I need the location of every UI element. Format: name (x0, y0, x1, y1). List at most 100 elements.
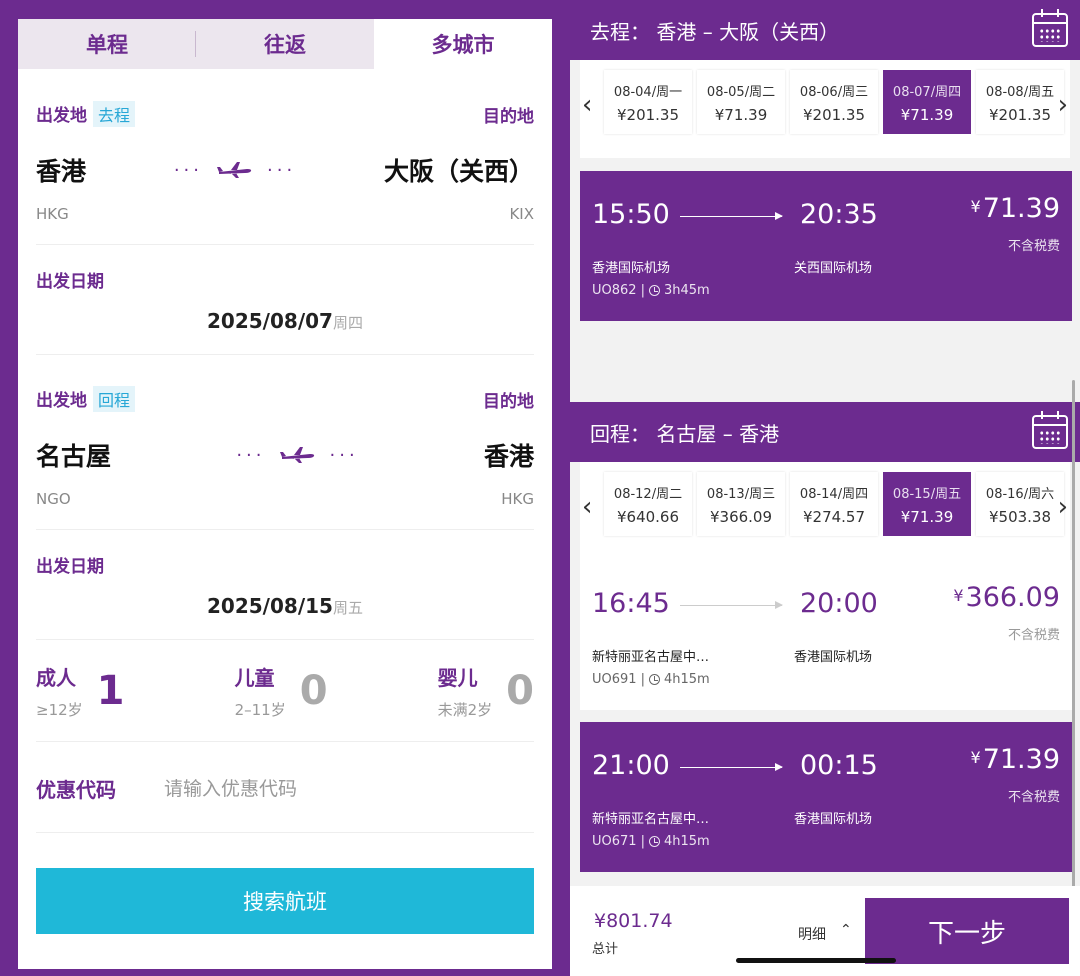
search-form-panel: 单程 往返 多城市 出发地 去程 目的地 香港 ··· ··· 大阪（关西） HK… (18, 19, 552, 969)
flight-card-uo671[interactable]: 21:00 00:15 ¥71.39 不含税费 新特丽亚名古屋中… 香港国际机场… (580, 722, 1072, 872)
checkout-bar: ¥801.74 总计 明细 ⌃ 下一步 (570, 886, 1080, 976)
promo-row: 优惠代码 (36, 774, 534, 803)
divider (36, 639, 534, 640)
outbound-tag: 去程 (93, 101, 136, 127)
flight-info: UO691 | 4h15m (592, 672, 710, 687)
return-tag: 回程 (93, 386, 136, 412)
tab-round-trip[interactable]: 往返 (196, 19, 374, 69)
origin-label: 出发地 (36, 391, 87, 411)
arrival-airport: 关西国际机场 (794, 261, 873, 276)
outbound-date: 2025/08/07 (207, 309, 333, 333)
flight-duration: 3h45m (663, 283, 710, 298)
outbound-route-title: 去程： 香港 – 大阪（关西） (590, 19, 840, 44)
infant-counter[interactable]: 婴儿 未满2岁 0 (438, 662, 534, 720)
trip-type-tabs: 单程 往返 多城市 (18, 19, 552, 69)
flight-info: UO671 | 4h15m (592, 834, 710, 849)
arrival-time: 00:15 (800, 750, 878, 781)
price-detail-toggle[interactable]: 明细 (798, 924, 826, 944)
arrow-right-icon (680, 212, 783, 220)
dest-label: 目的地 (483, 106, 534, 127)
return-route-title: 回程： 名古屋 – 香港 (590, 421, 780, 446)
total-label: 总计 (592, 942, 619, 957)
scrollbar[interactable] (1072, 380, 1075, 900)
adult-counter[interactable]: 成人 ≥12岁 1 (36, 662, 125, 720)
calendar-icon[interactable] (1032, 411, 1068, 449)
search-flights-button[interactable]: 搜索航班 (36, 868, 534, 934)
next-step-button[interactable]: 下一步 (865, 898, 1069, 964)
arrival-airport: 香港国际机场 (794, 650, 873, 665)
outbound-weekday: 周四 (332, 314, 363, 332)
outbound-dest-code: KIX (509, 205, 534, 223)
flight-duration: 4h15m (663, 672, 710, 687)
date-option[interactable]: 08-08/周五 ¥201.35 (976, 70, 1064, 134)
origin-label: 出发地 (36, 106, 87, 126)
date-option-selected[interactable]: 08-07/周四 ¥71.39 (883, 70, 971, 134)
promo-code-input[interactable] (164, 777, 424, 800)
flight-number: UO862 (592, 283, 637, 298)
plane-icon: ··· ··· (173, 159, 297, 181)
plane-icon: ··· ··· (236, 444, 359, 466)
outbound-date-strip: ‹ 08-04/周一 ¥201.35 08-05/周二 ¥71.39 08-06/周… (580, 60, 1070, 158)
date-option[interactable]: 08-13/周三 ¥366.09 (697, 472, 785, 536)
child-label: 儿童 (234, 666, 275, 690)
calendar-icon[interactable] (1032, 9, 1068, 47)
outbound-date-field[interactable]: 2025/08/07周四 (36, 309, 534, 333)
divider (36, 741, 534, 742)
date-option[interactable]: 08-16/周六 ¥503.38 (976, 472, 1064, 536)
return-labels: 出发地 回程 目的地 (36, 386, 534, 412)
outbound-dest-city[interactable]: 大阪（关西） (384, 152, 534, 188)
date-option[interactable]: 08-05/周二 ¥71.39 (697, 70, 785, 134)
tax-note: 不含税费 (1007, 628, 1060, 643)
chevron-right-icon[interactable]: › (1058, 492, 1068, 522)
home-indicator (736, 958, 896, 963)
departure-time: 15:50 (592, 199, 670, 230)
return-origin-city[interactable]: 名古屋 (36, 437, 111, 473)
adult-count: 1 (96, 668, 125, 714)
total-price: ¥801.74 (594, 910, 673, 932)
return-dest-code: HKG (501, 490, 534, 508)
adult-age: ≥12岁 (36, 701, 83, 719)
flight-number: UO671 (592, 834, 637, 849)
departure-time: 16:45 (592, 588, 670, 619)
infant-age: 未满2岁 (437, 701, 493, 719)
divider (36, 244, 534, 245)
date-option-selected[interactable]: 08-15/周五 ¥71.39 (883, 472, 971, 536)
departure-airport: 新特丽亚名古屋中… (592, 650, 710, 665)
arrival-time: 20:00 (800, 588, 878, 619)
departure-airport: 新特丽亚名古屋中… (592, 812, 710, 827)
tab-multi-city[interactable]: 多城市 (374, 19, 552, 69)
clock-icon (648, 285, 660, 296)
date-option[interactable]: 08-14/周四 ¥274.57 (790, 472, 878, 536)
return-date-strip: ‹ 08-12/周二 ¥640.66 08-13/周三 ¥366.09 08-14/… (580, 462, 1070, 560)
arrival-airport: 香港国际机场 (794, 812, 873, 827)
return-cities: 名古屋 ··· ··· 香港 (36, 437, 534, 473)
child-counter[interactable]: 儿童 2–11岁 0 (235, 662, 328, 720)
chevron-right-icon[interactable]: › (1058, 90, 1068, 120)
outbound-date-label: 出发日期 (36, 272, 104, 292)
chevron-up-icon[interactable]: ⌃ (840, 922, 852, 938)
return-date-field[interactable]: 2025/08/15周五 (36, 594, 534, 618)
return-date-label: 出发日期 (36, 557, 104, 577)
date-option[interactable]: 08-12/周二 ¥640.66 (604, 472, 692, 536)
arrow-right-icon (680, 601, 783, 609)
outbound-codes: HKG KIX (36, 205, 534, 223)
outbound-labels: 出发地 去程 目的地 (36, 101, 534, 127)
flight-card-uo691[interactable]: 16:45 20:00 ¥366.09 不含税费 新特丽亚名古屋中… 香港国际机… (580, 560, 1072, 710)
tax-note: 不含税费 (1007, 239, 1060, 254)
divider (36, 832, 534, 833)
date-option[interactable]: 08-04/周一 ¥201.35 (604, 70, 692, 134)
outbound-origin-city[interactable]: 香港 (36, 152, 86, 188)
flight-number: UO691 (592, 672, 637, 687)
tab-one-way[interactable]: 单程 (18, 19, 196, 69)
return-weekday: 周五 (332, 599, 363, 617)
divider (36, 529, 534, 530)
return-dest-city[interactable]: 香港 (484, 437, 534, 473)
chevron-left-icon[interactable]: ‹ (582, 90, 592, 120)
flight-info: UO862 | 3h45m (592, 283, 710, 298)
arrow-right-icon (680, 763, 783, 771)
flight-card-uo862[interactable]: 15:50 20:35 ¥71.39 不含税费 香港国际机场 关西国际机场 UO… (580, 171, 1072, 321)
infant-label: 婴儿 (437, 666, 478, 690)
chevron-left-icon[interactable]: ‹ (582, 492, 592, 522)
date-option[interactable]: 08-06/周三 ¥201.35 (790, 70, 878, 134)
clock-icon (648, 836, 660, 847)
